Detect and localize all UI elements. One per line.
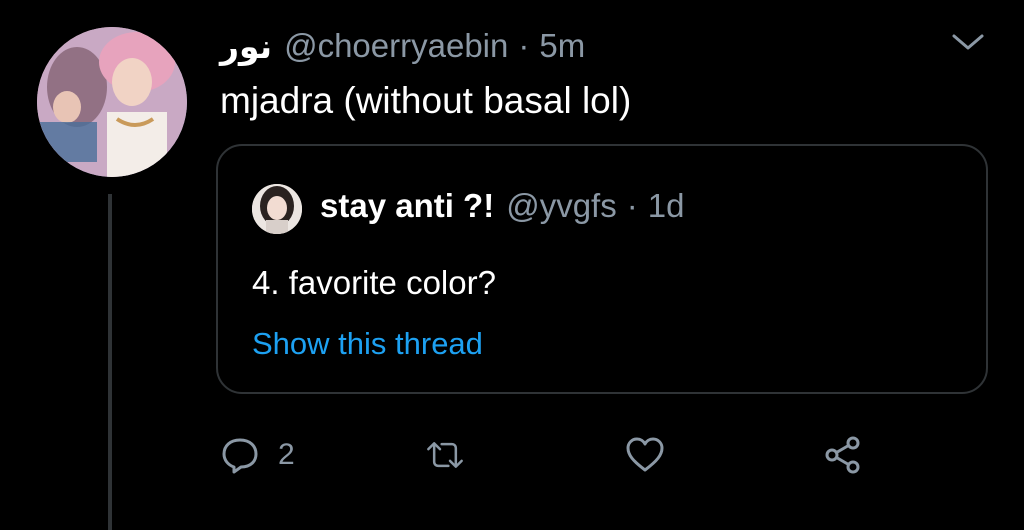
separator: · — [518, 27, 530, 64]
chevron-down-icon[interactable] — [948, 30, 988, 54]
like-button[interactable] — [625, 430, 665, 480]
timestamp[interactable]: 5m — [539, 27, 585, 65]
quote-author-name: stay anti ?! — [320, 187, 495, 224]
tweet-text: mjadra (without basal lol) — [220, 80, 632, 121]
tweet-header: نور @choerryaebin · 5m — [220, 22, 585, 70]
share-button[interactable] — [823, 430, 863, 480]
author-handle[interactable]: @choerryaebin — [284, 27, 508, 65]
avatar[interactable] — [37, 27, 187, 177]
heart-icon — [625, 435, 665, 475]
retweet-button[interactable] — [425, 430, 465, 480]
quote-avatar-photo — [252, 184, 302, 234]
quote-timestamp: 1d — [647, 187, 685, 224]
share-icon — [823, 435, 863, 475]
quote-avatar[interactable] — [252, 184, 302, 234]
reply-count: 2 — [278, 438, 295, 471]
quoted-tweet[interactable]: stay anti ?! @yvgfs · 1d 4. favorite col… — [216, 144, 988, 394]
retweet-icon — [425, 435, 465, 475]
quote-header: stay anti ?! @yvgfs · 1d — [320, 182, 684, 230]
quote-separator: · — [626, 187, 638, 224]
author-name[interactable]: نور — [220, 27, 272, 66]
show-thread-link[interactable]: Show this thread — [252, 326, 483, 362]
reply-icon — [220, 435, 260, 475]
reply-button[interactable]: 2 — [220, 430, 295, 480]
quote-author-handle: @yvgfs — [506, 187, 617, 224]
avatar-photo — [37, 27, 187, 177]
quote-text: 4. favorite color? — [252, 264, 496, 301]
thread-line — [108, 194, 112, 530]
